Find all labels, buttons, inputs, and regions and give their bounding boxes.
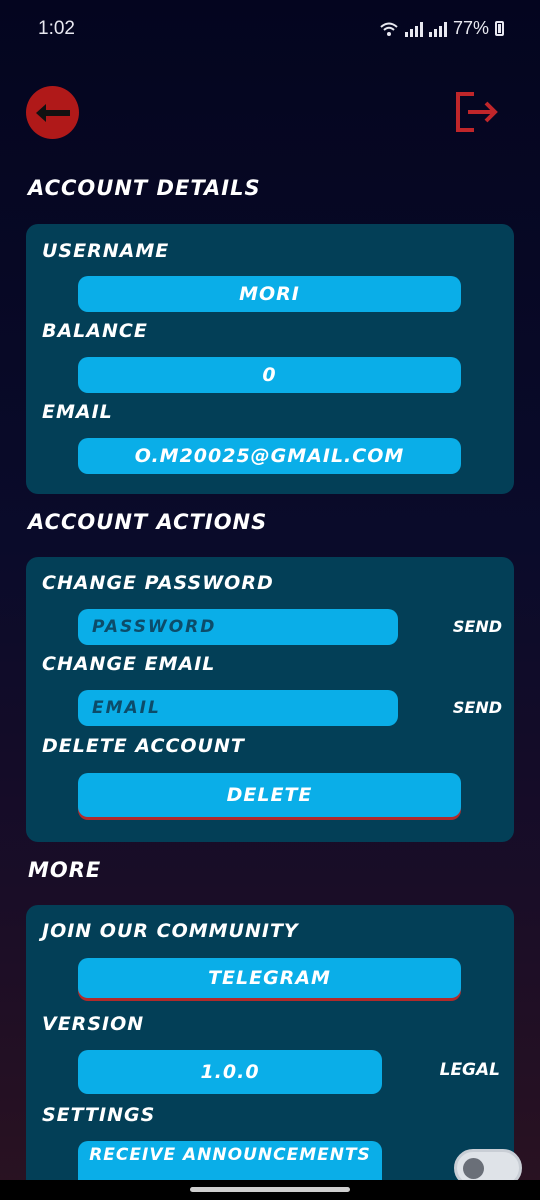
account-details-card: USERNAME MORI BALANCE 0 EMAIL O.M20025@G…	[26, 224, 514, 494]
toggle-knob	[463, 1158, 484, 1179]
change-email-label: CHANGE EMAIL	[42, 653, 216, 675]
email-send-button[interactable]: SEND	[453, 698, 502, 717]
password-send-button[interactable]: SEND	[453, 617, 502, 636]
version-value: 1.0.0	[78, 1050, 382, 1094]
email-input[interactable]	[78, 690, 398, 726]
logout-icon	[456, 92, 498, 132]
signal-icon	[428, 21, 447, 37]
settings-label: SETTINGS	[42, 1104, 156, 1126]
delete-account-label: DELETE ACCOUNT	[42, 735, 245, 757]
logout-button[interactable]	[452, 88, 502, 136]
status-icons: 77%	[379, 18, 504, 39]
home-handle[interactable]	[190, 1187, 350, 1192]
username-label: USERNAME	[42, 240, 170, 262]
password-field-wrapper	[78, 609, 398, 645]
balance-label: BALANCE	[42, 320, 148, 342]
battery-icon	[495, 21, 504, 36]
balance-value: 0	[78, 357, 461, 393]
signal-icon	[404, 21, 423, 37]
password-input[interactable]	[78, 609, 398, 645]
email-field-wrapper	[78, 690, 398, 726]
more-card: JOIN OUR COMMUNITY TELEGRAM VERSION 1.0.…	[26, 905, 522, 1200]
status-time: 1:02	[38, 18, 75, 39]
battery-percent: 77%	[452, 18, 489, 38]
legal-link[interactable]: LEGAL	[440, 1060, 500, 1080]
account-actions-card: CHANGE PASSWORD SEND CHANGE EMAIL SEND D…	[26, 557, 514, 842]
account-actions-title: ACCOUNT ACTIONS	[28, 510, 268, 534]
back-button[interactable]	[26, 86, 79, 139]
username-value: MORI	[78, 276, 461, 312]
account-details-title: ACCOUNT DETAILS	[28, 176, 261, 200]
more-title: MORE	[28, 858, 102, 882]
telegram-button[interactable]: TELEGRAM	[78, 958, 461, 998]
version-label: VERSION	[42, 1013, 145, 1035]
delete-button[interactable]: DELETE	[78, 773, 461, 817]
status-bar: 1:02 77%	[0, 0, 540, 58]
arrow-left-icon	[35, 103, 70, 122]
system-nav-bar	[0, 1180, 540, 1200]
change-password-label: CHANGE PASSWORD	[42, 572, 274, 594]
email-value: O.M20025@GMAIL.COM	[78, 438, 461, 474]
wifi-icon	[380, 22, 398, 36]
community-label: JOIN OUR COMMUNITY	[42, 920, 299, 942]
email-label: EMAIL	[42, 401, 113, 423]
